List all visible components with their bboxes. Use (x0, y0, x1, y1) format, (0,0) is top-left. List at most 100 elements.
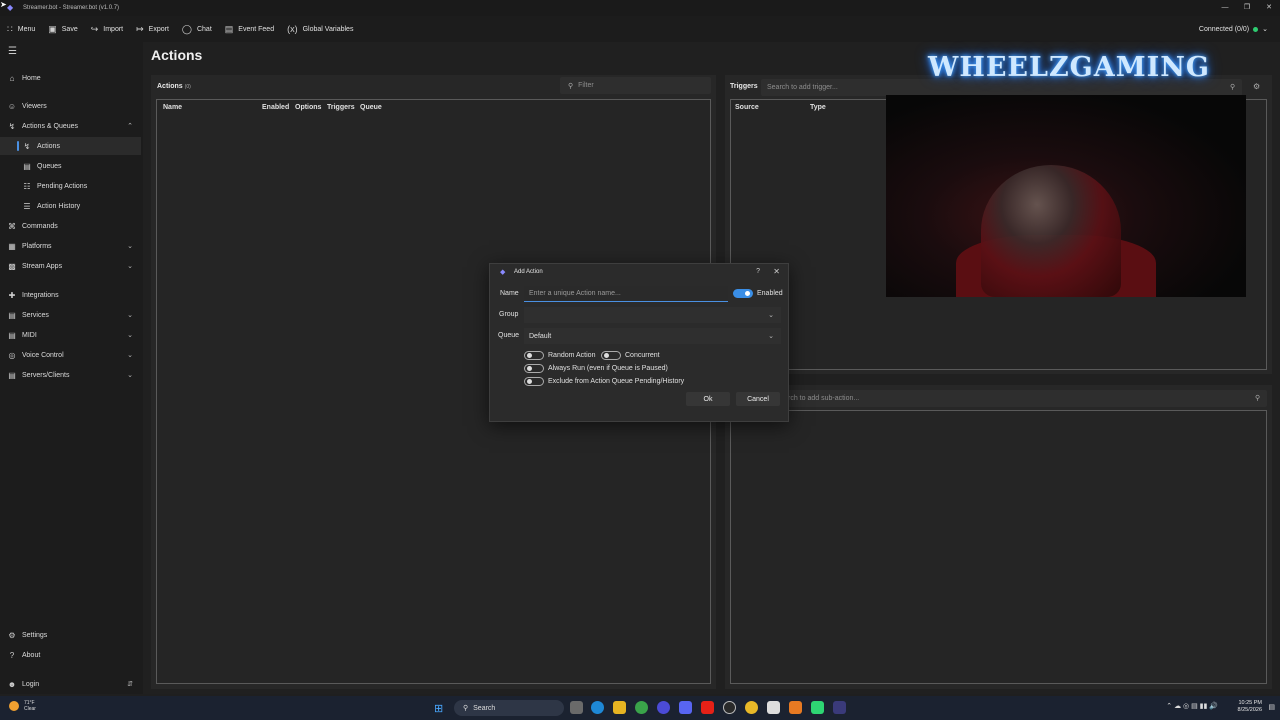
sidebar-item-label: Platforms (22, 242, 52, 250)
youtube-icon[interactable] (701, 701, 714, 714)
queue-select[interactable]: Default ⌄ (524, 328, 781, 344)
hamburger-icon[interactable]: ☰ (8, 46, 17, 57)
chat-button[interactable]: ◯ Chat (182, 24, 212, 35)
fl-studio-icon[interactable] (789, 701, 802, 714)
save-button[interactable]: ▣ Save (48, 24, 77, 35)
search-icon: ⚲ (1230, 84, 1236, 91)
event-feed-label: Event Feed (238, 25, 275, 33)
random-action-toggle[interactable] (524, 351, 544, 360)
save-icon: ▣ (48, 23, 57, 34)
actions-heading: Actions (0) (157, 83, 191, 90)
ok-button[interactable]: Ok (686, 392, 730, 406)
system-tray[interactable]: ⌃ ☁ ◎ ▤ ▮▮ 🔊 (1166, 702, 1218, 710)
close-icon[interactable]: ✕ (773, 267, 780, 276)
taskbar-clock[interactable]: 10:25 PM 8/25/2026 (1238, 700, 1262, 714)
close-icon[interactable]: ✕ (1258, 0, 1280, 16)
sidebar-item-label: Servers/Clients (22, 371, 70, 379)
windows-start-icon[interactable]: ⊞ (434, 702, 443, 715)
chevron-down-icon: ⌄ (127, 243, 133, 250)
services-icon: ▤ (8, 310, 16, 320)
obs-icon[interactable] (657, 701, 670, 714)
xbox-icon[interactable] (635, 701, 648, 714)
feed-icon: ▤ (224, 23, 234, 34)
streamerbot-taskbar-icon[interactable] (833, 701, 846, 714)
maximize-icon[interactable]: ❐ (1236, 0, 1258, 16)
column-header-source[interactable]: Source (735, 104, 759, 111)
file-explorer-icon[interactable] (613, 701, 626, 714)
action-name-placeholder: Enter a unique Action name... (529, 290, 621, 297)
minimize-icon[interactable]: — (1214, 0, 1236, 16)
app-c-icon[interactable] (723, 701, 736, 714)
sidebar-item-about[interactable]: ? About (0, 646, 141, 664)
chat-icon: ◯ (181, 23, 192, 34)
midi-icon: ▤ (8, 330, 16, 340)
import-label: Import (103, 25, 124, 33)
group-select[interactable]: ⌄ (524, 307, 781, 323)
weather-widget[interactable]: 71°F Clear (9, 700, 36, 712)
edge-icon[interactable] (591, 701, 604, 714)
connection-status[interactable]: Connected (0/0) ⌄ (1199, 16, 1268, 42)
action-name-input[interactable]: Enter a unique Action name... (524, 286, 728, 302)
event-feed-button[interactable]: ▤ Event Feed (225, 24, 274, 35)
sidebar-item-queues[interactable]: ▤ Queues (0, 157, 141, 175)
cancel-button[interactable]: Cancel (736, 392, 780, 406)
taskbar-search[interactable]: ⚲ Search (454, 700, 564, 716)
column-header-queue[interactable]: Queue (360, 104, 382, 111)
capcut-icon[interactable] (767, 701, 780, 714)
column-header-name[interactable]: Name (163, 104, 182, 111)
menu-label: Menu (17, 25, 36, 33)
notification-icon[interactable]: ▤ (1268, 703, 1275, 711)
sidebar-item-integrations[interactable]: ✚ Integrations (0, 286, 141, 304)
window-title: Streamer.bot - Streamer.bot (v1.0.7) (23, 5, 120, 11)
sidebar-item-actions-queues[interactable]: ↯ Actions & Queues ⌃ (0, 117, 141, 135)
sidebar-item-servers-clients[interactable]: ▤ Servers/Clients ⌄ (0, 366, 141, 384)
sidebar-item-label: Services (22, 311, 49, 319)
column-header-options[interactable]: Options (295, 104, 321, 111)
sidebar-item-viewers[interactable]: ☺ Viewers (0, 97, 141, 115)
always-run-toggle[interactable] (524, 364, 544, 373)
sidebar-item-stream-apps[interactable]: ▩ Stream Apps ⌄ (0, 257, 141, 275)
sidebar-item-login[interactable]: ☻ Login ⇵ (0, 675, 141, 693)
concurrent-toggle[interactable] (601, 351, 621, 360)
gear-icon[interactable]: ⚙ (1253, 82, 1260, 91)
column-header-triggers[interactable]: Triggers (327, 104, 355, 111)
chrome-icon[interactable] (745, 701, 758, 714)
actions-count: (0) (184, 84, 191, 90)
sidebar-item-pending-actions[interactable]: ☷ Pending Actions (0, 177, 141, 195)
app-green-icon[interactable] (811, 701, 824, 714)
export-label: Export (148, 25, 169, 33)
microphone-icon: ◎ (8, 350, 16, 360)
sidebar-item-actions[interactable]: ↯ Actions (0, 137, 141, 155)
column-header-enabled[interactable]: Enabled (262, 104, 289, 111)
discord-icon[interactable] (679, 701, 692, 714)
column-header-type[interactable]: Type (810, 104, 826, 111)
sidebar-item-home[interactable]: ⌂ Home (0, 69, 141, 87)
help-icon[interactable]: ? (756, 268, 760, 275)
sidebar-item-services[interactable]: ▤ Services ⌄ (0, 306, 141, 324)
filter-placeholder: Filter (578, 82, 594, 89)
sidebar-item-midi[interactable]: ▤ MIDI ⌄ (0, 326, 141, 344)
sidebar-item-settings[interactable]: ⚙ Settings (0, 626, 141, 644)
global-variables-button[interactable]: (x) Global Variables (287, 24, 353, 34)
sidebar-item-voice-control[interactable]: ◎ Voice Control ⌄ (0, 346, 141, 364)
subactions-list[interactable] (730, 410, 1267, 684)
menu-button[interactable]: ∷ Menu (7, 24, 35, 35)
global-variables-label: Global Variables (302, 25, 354, 33)
exclude-queue-toggle[interactable] (524, 377, 544, 386)
sidebar-item-label: Commands (22, 222, 58, 230)
title-bar: ◆ Streamer.bot - Streamer.bot (v1.0.7) —… (0, 0, 1280, 16)
sidebar-item-platforms[interactable]: ▦ Platforms ⌄ (0, 237, 141, 255)
chat-label: Chat (196, 25, 212, 33)
chevron-updown-icon: ⇵ (127, 681, 133, 688)
sidebar-item-commands[interactable]: ⌘ Commands (0, 217, 141, 235)
chevron-down-icon: ⌄ (768, 333, 774, 340)
subaction-search-input[interactable]: rch to add sub-action... (730, 390, 1267, 407)
import-button[interactable]: ↪ Import (91, 24, 123, 35)
task-view-icon[interactable] (570, 701, 583, 714)
filter-input[interactable]: ⚲ Filter (560, 77, 711, 94)
export-button[interactable]: ↦ Export (136, 24, 169, 35)
enabled-toggle[interactable] (733, 289, 753, 298)
sidebar-item-action-history[interactable]: ☰ Action History (0, 197, 141, 215)
search-icon: ⚲ (568, 82, 574, 90)
home-icon: ⌂ (9, 73, 15, 83)
